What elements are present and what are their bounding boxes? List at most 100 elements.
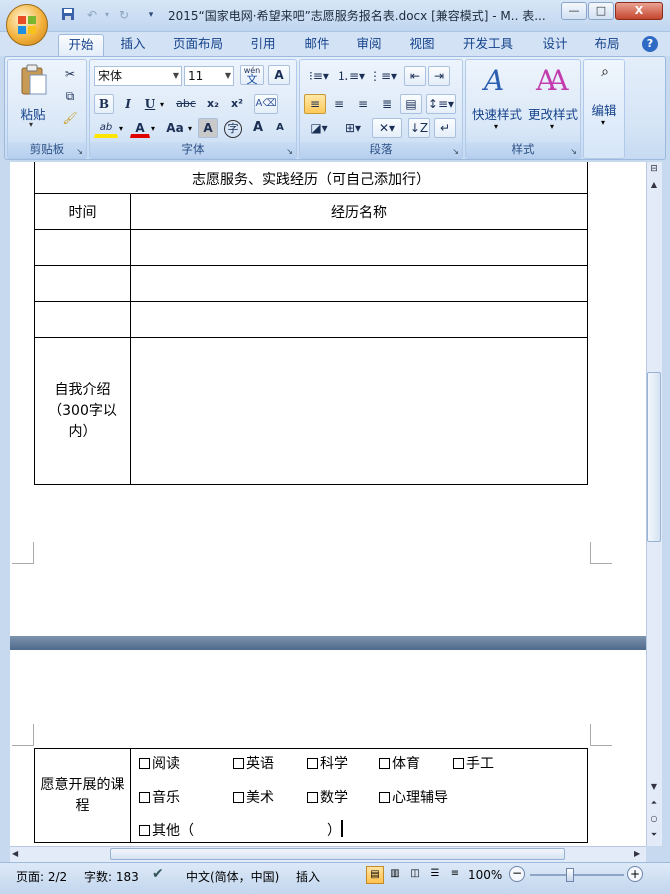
scroll-up-icon[interactable]: ▲ bbox=[647, 180, 661, 192]
tab-review[interactable]: 审阅 bbox=[348, 34, 390, 56]
zoom-in-icon[interactable]: + bbox=[627, 866, 643, 882]
outline-icon[interactable]: ☰ bbox=[426, 866, 444, 884]
undo-icon[interactable]: ↶ bbox=[84, 7, 100, 23]
next-page-icon[interactable]: ⏷ bbox=[647, 830, 661, 842]
bullets-icon[interactable]: ⁝≡▾ bbox=[304, 66, 334, 86]
zoom-slider-track[interactable] bbox=[530, 874, 624, 876]
align-center-icon[interactable]: ≡ bbox=[328, 94, 350, 114]
redo-icon[interactable]: ↻ bbox=[116, 7, 132, 23]
language-indicator[interactable]: 中文(简体，中国) bbox=[186, 868, 279, 885]
ruler-toggle-icon[interactable]: ⊟ bbox=[647, 164, 661, 178]
highlight-dropdown-icon[interactable]: ▾ bbox=[119, 124, 123, 133]
underline-dropdown-icon[interactable]: ▾ bbox=[160, 100, 164, 109]
office-button[interactable] bbox=[6, 4, 48, 46]
option-other[interactable]: 其他（ bbox=[139, 820, 194, 840]
phonetic-guide-button[interactable]: wén 文 bbox=[240, 65, 264, 85]
cut-icon[interactable]: ✂ bbox=[60, 64, 80, 84]
font-size-combo[interactable]: 11 ▼ bbox=[184, 66, 234, 86]
intro-content-cell[interactable] bbox=[130, 337, 588, 485]
tab-page-layout[interactable]: 页面布局 bbox=[166, 34, 230, 56]
clipboard-launcher-icon[interactable]: ↘ bbox=[76, 147, 83, 156]
word-count[interactable]: 字数: 183 bbox=[84, 868, 139, 885]
show-marks-icon[interactable]: ↵ bbox=[434, 118, 456, 138]
paragraph-launcher-icon[interactable]: ↘ bbox=[452, 147, 459, 156]
tab-developer[interactable]: 开发工具 bbox=[456, 34, 520, 56]
borders-icon[interactable]: ⊞▾ bbox=[338, 118, 368, 138]
minimize-button[interactable]: — bbox=[561, 2, 587, 20]
justify-icon[interactable]: ≣ bbox=[376, 94, 398, 114]
tab-home[interactable]: 开始 bbox=[58, 34, 104, 56]
tab-design[interactable]: 设计 bbox=[534, 34, 576, 56]
character-border-button[interactable]: A bbox=[268, 65, 290, 85]
option-psychology[interactable]: 心理辅导 bbox=[379, 787, 448, 807]
help-icon[interactable]: ? bbox=[642, 36, 658, 52]
scroll-right-icon[interactable]: ▶ bbox=[634, 849, 640, 858]
table-cell[interactable] bbox=[34, 301, 131, 338]
change-case-dropdown-icon[interactable]: ▾ bbox=[188, 124, 192, 133]
option-pe[interactable]: 体育 bbox=[379, 753, 420, 773]
tab-mailings[interactable]: 邮件 bbox=[296, 34, 338, 56]
document-area[interactable]: 志愿服务、实践经历（可自己添加行） 时间 经历名称 自我介绍（300字以内） 愿意… bbox=[10, 162, 646, 846]
underline-button[interactable]: U bbox=[140, 94, 160, 114]
italic-button[interactable]: I bbox=[118, 94, 138, 114]
col-name-header[interactable]: 经历名称 bbox=[130, 193, 588, 230]
distributed-icon[interactable]: ▤ bbox=[400, 94, 422, 114]
option-handcraft[interactable]: 手工 bbox=[453, 753, 494, 773]
editing-group[interactable]: ⌕ 编辑 ▾ bbox=[583, 59, 625, 159]
table-cell[interactable] bbox=[130, 265, 588, 302]
quick-access-dropdown[interactable]: ▾ bbox=[146, 7, 156, 23]
font-color-dropdown-icon[interactable]: ▾ bbox=[151, 124, 155, 133]
tab-insert[interactable]: 插入 bbox=[112, 34, 154, 56]
full-screen-reading-icon[interactable]: ▥ bbox=[386, 866, 404, 884]
font-name-combo[interactable]: 宋体 ▼ bbox=[94, 66, 182, 86]
scroll-left-icon[interactable]: ◀ bbox=[12, 849, 18, 858]
paste-button[interactable]: 粘贴 ▾ bbox=[14, 64, 52, 129]
shading-icon[interactable]: ◪▾ bbox=[304, 118, 334, 138]
web-layout-icon[interactable]: ◫ bbox=[406, 866, 424, 884]
font-launcher-icon[interactable]: ↘ bbox=[286, 147, 293, 156]
format-painter-icon[interactable]: 🖌 bbox=[60, 108, 80, 128]
clear-formatting-button[interactable]: A⌫ bbox=[254, 94, 278, 114]
undo-dropdown-icon[interactable]: ▾ bbox=[102, 7, 112, 23]
draft-icon[interactable]: ≡ bbox=[446, 866, 464, 884]
decrease-indent-icon[interactable]: ⇤ bbox=[404, 66, 426, 86]
select-browse-object-icon[interactable]: ○ bbox=[647, 814, 661, 826]
increase-indent-icon[interactable]: ⇥ bbox=[428, 66, 450, 86]
character-shading-button[interactable]: A bbox=[198, 118, 218, 138]
insert-mode-indicator[interactable]: 插入 bbox=[296, 868, 320, 885]
proofing-icon[interactable]: ✔ bbox=[152, 866, 164, 882]
styles-launcher-icon[interactable]: ↘ bbox=[570, 147, 577, 156]
col-time-header[interactable]: 时间 bbox=[34, 193, 131, 230]
align-right-icon[interactable]: ≡ bbox=[352, 94, 374, 114]
option-english[interactable]: 英语 bbox=[233, 753, 274, 773]
tab-layout[interactable]: 布局 bbox=[586, 34, 628, 56]
table-cell[interactable] bbox=[34, 265, 131, 302]
shrink-font-button[interactable]: A bbox=[270, 118, 290, 138]
scroll-down-icon[interactable]: ▼ bbox=[647, 782, 661, 794]
options-cell[interactable]: 阅读 英语 科学 体育 手工 音乐 美术 数学 心理辅导 其他（ ） bbox=[130, 748, 588, 843]
save-icon[interactable] bbox=[60, 7, 76, 23]
multilevel-list-icon[interactable]: ⋮≡▾ bbox=[368, 66, 398, 86]
highlight-button[interactable]: ab bbox=[94, 118, 118, 138]
vertical-scroll-thumb[interactable] bbox=[647, 372, 661, 542]
subscript-button[interactable]: x₂ bbox=[202, 94, 224, 114]
align-left-icon[interactable]: ≡ bbox=[304, 94, 326, 114]
quick-styles-button[interactable]: A 快速样式 ▾ bbox=[470, 64, 524, 136]
zoom-out-icon[interactable]: − bbox=[509, 866, 525, 882]
table-cell[interactable] bbox=[130, 301, 588, 338]
option-art[interactable]: 美术 bbox=[233, 787, 274, 807]
sort-icon[interactable]: ↓Z bbox=[408, 118, 430, 138]
maximize-button[interactable]: □ bbox=[588, 2, 614, 20]
line-spacing-icon[interactable]: ↕≡▾ bbox=[426, 94, 456, 114]
superscript-button[interactable]: x² bbox=[226, 94, 248, 114]
option-science[interactable]: 科学 bbox=[307, 753, 348, 773]
intro-label-cell[interactable]: 自我介绍（300字以内） bbox=[34, 337, 131, 485]
section-header-cell[interactable]: 志愿服务、实践经历（可自己添加行） bbox=[34, 162, 588, 194]
horizontal-scroll-thumb[interactable] bbox=[110, 848, 565, 860]
tab-references[interactable]: 引用 bbox=[242, 34, 284, 56]
table-cell[interactable] bbox=[34, 229, 131, 266]
tab-view[interactable]: 视图 bbox=[401, 34, 443, 56]
zoom-slider-thumb[interactable] bbox=[566, 868, 574, 882]
print-layout-icon[interactable]: ▤ bbox=[366, 866, 384, 884]
change-case-button[interactable]: Aa bbox=[162, 118, 188, 138]
